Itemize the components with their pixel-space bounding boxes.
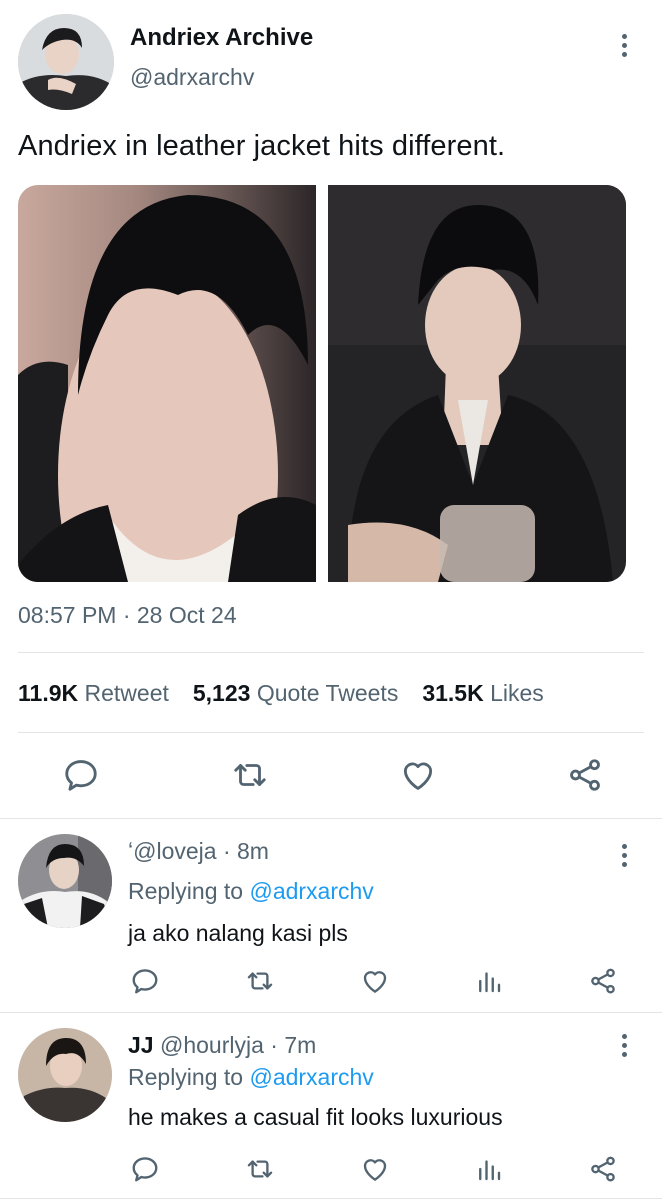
divider	[18, 732, 644, 733]
replying-to-mention[interactable]: @adrxarchv	[249, 1064, 373, 1090]
analytics-icon[interactable]	[474, 966, 504, 996]
reply-handle-time[interactable]: ʻ@loveja · 8m	[128, 838, 269, 864]
reply-action-bar	[130, 1154, 618, 1184]
retweet-icon[interactable]	[229, 756, 271, 794]
quotes-count: 5,123	[192, 680, 251, 706]
analytics-icon[interactable]	[474, 1154, 504, 1184]
tweet-action-bar	[62, 756, 604, 794]
divider	[0, 1198, 662, 1199]
author-handle[interactable]: @adrxarchv	[130, 64, 254, 91]
more-options-icon[interactable]	[612, 1030, 636, 1060]
tweet-text: Andriex in leather jacket hits different…	[18, 130, 506, 162]
reply-icon[interactable]	[130, 966, 160, 996]
reply-header: ʻ@loveja · 8m	[128, 838, 269, 865]
quotes-stat[interactable]: 5,123 Quote Tweets	[193, 680, 398, 707]
replying-to-mention[interactable]: @adrxarchv	[249, 878, 373, 904]
tweet-photo-1[interactable]	[18, 185, 316, 582]
replying-to: Replying to @adrxarchv	[128, 1064, 374, 1091]
retweets-label: Retweet	[84, 680, 169, 706]
quotes-label: Quote Tweets	[256, 680, 399, 706]
divider	[18, 652, 644, 653]
tweet-media[interactable]	[18, 185, 626, 582]
likes-count: 31.5K	[422, 680, 484, 706]
tweet-stats: 11.9K Retweet 5,123 Quote Tweets 31.5K L…	[18, 680, 544, 707]
reply-text: he makes a casual fit looks luxurious	[128, 1104, 503, 1130]
reply-avatar[interactable]	[18, 1028, 112, 1122]
retweets-count: 11.9K	[18, 680, 79, 706]
retweet-icon[interactable]	[244, 1154, 276, 1184]
reply-header: JJ @hourlyja · 7m	[128, 1032, 316, 1059]
reply-display-name[interactable]: JJ	[128, 1032, 154, 1058]
retweet-icon[interactable]	[244, 966, 276, 996]
replying-to-label: Replying to	[128, 878, 250, 904]
author-display-name[interactable]: Andriex Archive	[130, 24, 313, 52]
retweets-stat[interactable]: 11.9K Retweet	[18, 680, 169, 707]
tweet-photo-2[interactable]	[328, 185, 626, 582]
divider	[0, 818, 662, 819]
likes-label: Likes	[490, 680, 544, 706]
likes-stat[interactable]: 31.5K Likes	[422, 680, 543, 707]
share-icon[interactable]	[588, 1154, 618, 1184]
reply-icon[interactable]	[130, 1154, 160, 1184]
replying-to-label: Replying to	[128, 1064, 250, 1090]
reply-handle-time[interactable]: @hourlyja · 7m	[160, 1032, 316, 1058]
reply-action-bar	[130, 966, 618, 996]
replying-to: Replying to @adrxarchv	[128, 878, 374, 905]
divider	[0, 1012, 662, 1013]
reply-avatar[interactable]	[18, 834, 112, 928]
reply-icon[interactable]	[62, 756, 100, 794]
author-avatar[interactable]	[18, 14, 114, 110]
share-icon[interactable]	[588, 966, 618, 996]
like-icon[interactable]	[360, 1154, 390, 1184]
reply-text: ja ako nalang kasi pls	[128, 920, 348, 946]
share-icon[interactable]	[566, 756, 604, 794]
more-options-icon[interactable]	[612, 840, 636, 870]
like-icon[interactable]	[399, 756, 437, 794]
more-options-icon[interactable]	[612, 30, 636, 60]
tweet-timestamp: 08:57 PM · 28 Oct 24	[18, 602, 237, 628]
like-icon[interactable]	[360, 966, 390, 996]
